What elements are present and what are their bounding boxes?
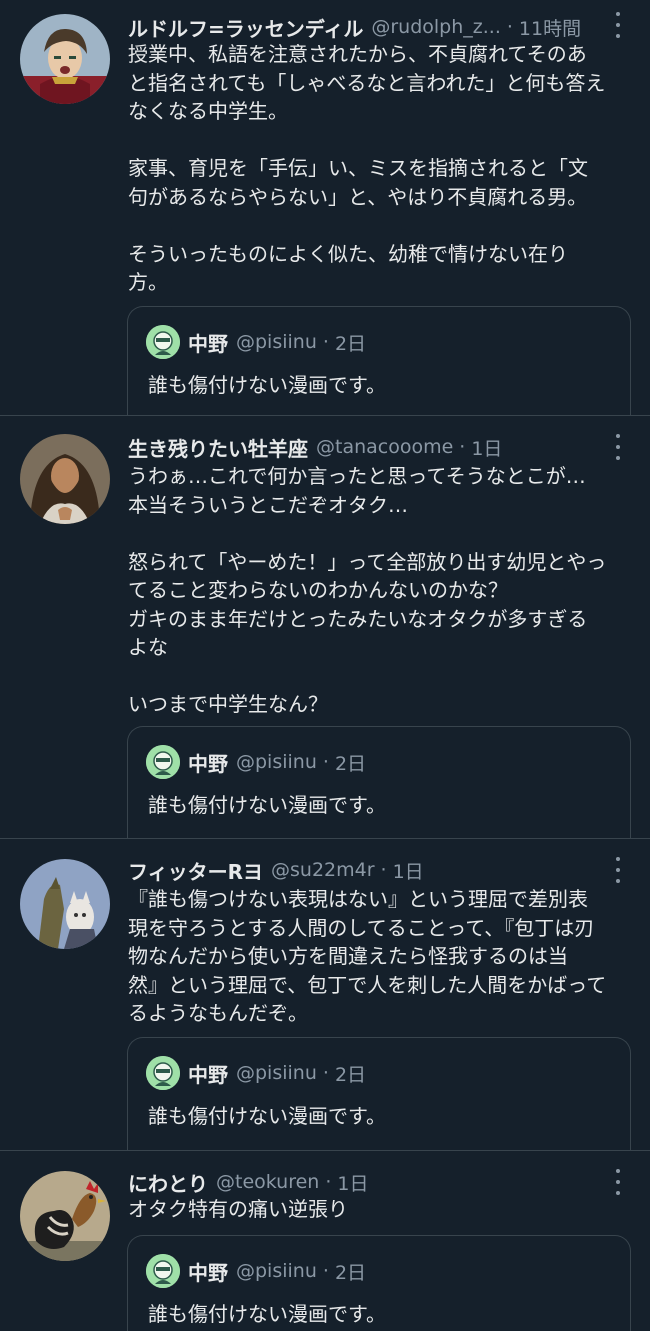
quoted-display-name: 中野 <box>188 751 228 776</box>
quoted-timestamp: 2日 <box>334 332 367 355</box>
tweet-text: 『誰も傷つけない表現はない』という理屈で差別表 現を守ろうとする人間のしてること… <box>128 887 607 1025</box>
tweet[interactable]: フィッターRヨ @su22m4r · 1日 『誰も傷つけない表現はない』という理… <box>0 839 650 1151</box>
quoted-display-name: 中野 <box>188 1062 228 1087</box>
quoted-tweet[interactable]: 中野 @pisiinu · 2日 誰も傷付けない漫画です。 <box>127 306 631 416</box>
display-name[interactable]: フィッターRヨ <box>128 856 263 885</box>
separator-dot: · <box>325 1171 332 1193</box>
quoted-timestamp: 2日 <box>334 752 367 775</box>
user-handle[interactable]: @tanacooome <box>316 436 453 458</box>
quoted-tweet-header: 中野 @pisiinu · 2日 <box>146 1056 366 1090</box>
quoted-avatar <box>146 745 180 779</box>
quoted-display-name: 中野 <box>188 1260 228 1285</box>
user-handle[interactable]: @rudolph_z... <box>371 16 501 38</box>
quoted-avatar <box>146 1254 180 1288</box>
quoted-text: 誰も傷付けない漫画です。 <box>148 373 386 397</box>
tweet-text: オタク特有の痛い逆張り <box>128 1197 348 1221</box>
tweet-header: 生き残りたい牡羊座 @tanacooome · 1日 <box>128 432 606 462</box>
more-options-icon[interactable] <box>610 434 626 460</box>
tweet-header: にわとり @teokuren · 1日 <box>128 1167 606 1197</box>
avatar[interactable] <box>20 859 110 949</box>
tweet[interactable]: 生き残りたい牡羊座 @tanacooome · 1日 うわぁ…これで何か言ったと… <box>0 416 650 839</box>
tweet[interactable]: ルドルフ=ラッセンディル @rudolph_z... · 11時間 授業中、私語… <box>0 0 650 416</box>
timestamp[interactable]: 1日 <box>393 857 424 884</box>
separator-dot: · <box>322 1260 329 1282</box>
quoted-text: 誰も傷付けない漫画です。 <box>148 1302 386 1326</box>
avatar[interactable] <box>20 14 110 104</box>
quoted-tweet-header: 中野 @pisiinu · 2日 <box>146 745 366 779</box>
quoted-handle: @pisiinu <box>236 751 317 773</box>
quoted-avatar <box>146 1056 180 1090</box>
timeline-feed: ルドルフ=ラッセンディル @rudolph_z... · 11時間 授業中、私語… <box>0 0 650 1331</box>
quoted-display-name: 中野 <box>188 331 228 356</box>
quoted-tweet[interactable]: 中野 @pisiinu · 2日 誰も傷付けない漫画です。 <box>127 726 631 839</box>
user-handle[interactable]: @su22m4r <box>271 859 375 881</box>
timestamp[interactable]: 1日 <box>337 1169 368 1196</box>
quoted-tweet-header: 中野 @pisiinu · 2日 <box>146 1254 366 1288</box>
timestamp[interactable]: 11時間 <box>519 14 581 41</box>
display-name[interactable]: 生き残りたい牡羊座 <box>128 433 308 462</box>
quoted-handle: @pisiinu <box>236 1062 317 1084</box>
display-name[interactable]: にわとり <box>128 1168 208 1197</box>
tweet-text: うわぁ…これで何か言ったと思ってそうなとこが… 本当そういうとこだぞオタク… 怒… <box>128 464 607 716</box>
avatar[interactable] <box>20 434 110 524</box>
avatar[interactable] <box>20 1171 110 1261</box>
more-options-icon[interactable] <box>610 857 626 883</box>
tweet-header: フィッターRヨ @su22m4r · 1日 <box>128 855 606 885</box>
quoted-text: 誰も傷付けない漫画です。 <box>148 1104 386 1128</box>
separator-dot: · <box>459 436 466 458</box>
quoted-handle: @pisiinu <box>236 331 317 353</box>
tweet-header: ルドルフ=ラッセンディル @rudolph_z... · 11時間 <box>128 12 606 42</box>
quoted-tweet[interactable]: 中野 @pisiinu · 2日 誰も傷付けない漫画です。 <box>127 1235 631 1331</box>
display-name[interactable]: ルドルフ=ラッセンディル <box>128 13 363 42</box>
separator-dot: · <box>380 859 387 881</box>
timestamp[interactable]: 1日 <box>471 434 502 461</box>
quoted-avatar <box>146 325 180 359</box>
tweet[interactable]: にわとり @teokuren · 1日 オタク特有の痛い逆張り 中野 @pisi… <box>0 1151 650 1331</box>
quoted-tweet[interactable]: 中野 @pisiinu · 2日 誰も傷付けない漫画です。 <box>127 1037 631 1151</box>
separator-dot: · <box>322 751 329 773</box>
quoted-tweet-header: 中野 @pisiinu · 2日 <box>146 325 366 359</box>
separator-dot: · <box>322 1062 329 1084</box>
quoted-timestamp: 2日 <box>334 1063 367 1086</box>
quoted-handle: @pisiinu <box>236 1260 317 1282</box>
tweet-text: 授業中、私語を注意されたから、不貞腐れてそのあ と指名されても「しゃべるなと言わ… <box>128 42 606 294</box>
more-options-icon[interactable] <box>610 12 626 38</box>
user-handle[interactable]: @teokuren <box>216 1171 319 1193</box>
quoted-text: 誰も傷付けない漫画です。 <box>148 793 386 817</box>
separator-dot: · <box>322 331 329 353</box>
quoted-timestamp: 2日 <box>334 1261 367 1284</box>
more-options-icon[interactable] <box>610 1169 626 1195</box>
separator-dot: · <box>506 16 513 38</box>
